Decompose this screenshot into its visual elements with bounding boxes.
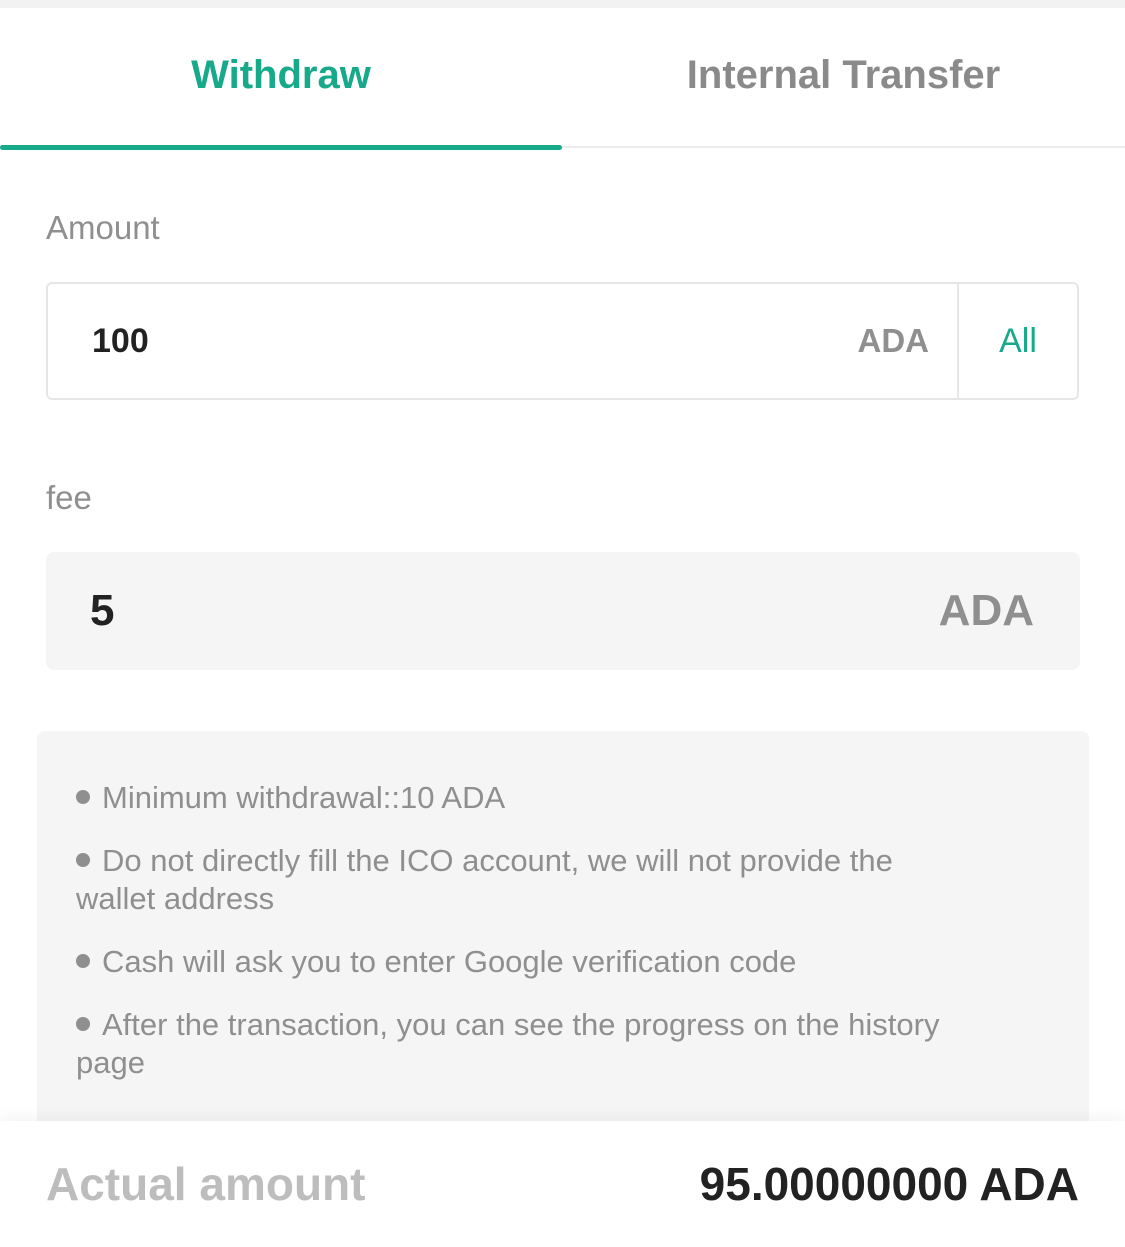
tab-withdraw[interactable]: Withdraw bbox=[0, 8, 562, 150]
tab-bar: Withdraw Internal Transfer bbox=[0, 8, 1125, 150]
note-item: Minimum withdrawal::10 ADA bbox=[76, 779, 956, 817]
fee-label: fee bbox=[46, 479, 92, 516]
note-text: Minimum withdrawal::10 ADA bbox=[102, 780, 506, 815]
amount-input[interactable] bbox=[48, 284, 858, 398]
note-text: Cash will ask you to enter Google verifi… bbox=[102, 944, 797, 979]
actual-amount-value: 95.00000000 ADA bbox=[699, 1158, 1079, 1210]
all-button[interactable]: All bbox=[957, 284, 1077, 398]
note-text: Do not directly fill the ICO account, we… bbox=[76, 843, 893, 916]
tab-withdraw-label: Withdraw bbox=[191, 52, 371, 97]
tab-internal-transfer-label: Internal Transfer bbox=[686, 52, 1001, 97]
note-text: After the transaction, you can see the p… bbox=[76, 1007, 940, 1080]
bullet-icon bbox=[76, 790, 90, 804]
note-item: Cash will ask you to enter Google verifi… bbox=[76, 943, 956, 981]
top-strip bbox=[0, 0, 1125, 8]
fee-unit: ADA bbox=[938, 586, 1034, 635]
amount-field: ADA All bbox=[46, 282, 1079, 400]
bullet-icon bbox=[76, 853, 90, 867]
tab-internal-transfer[interactable]: Internal Transfer bbox=[562, 8, 1125, 146]
amount-unit: ADA bbox=[857, 322, 930, 359]
fee-field: 5 ADA bbox=[46, 552, 1080, 670]
notes-panel: Minimum withdrawal::10 ADA Do not direct… bbox=[37, 731, 1089, 1151]
note-item: Do not directly fill the ICO account, we… bbox=[76, 842, 956, 918]
fee-value: 5 bbox=[90, 586, 115, 635]
bullet-icon bbox=[76, 1017, 90, 1031]
note-item: After the transaction, you can see the p… bbox=[76, 1006, 956, 1082]
summary-bar: Actual amount 95.00000000 ADA bbox=[0, 1121, 1125, 1247]
amount-label: Amount bbox=[46, 209, 160, 246]
bullet-icon bbox=[76, 954, 90, 968]
actual-amount-label: Actual amount bbox=[46, 1158, 366, 1210]
